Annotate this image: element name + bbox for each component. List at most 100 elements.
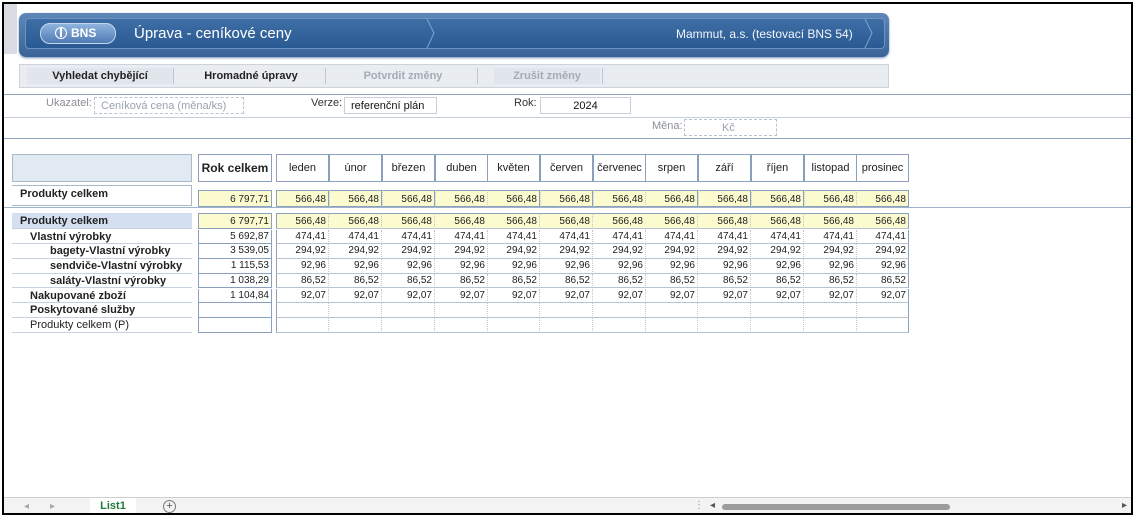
row-month-value[interactable]: 474,41 xyxy=(856,229,909,245)
row-month-value[interactable]: 294,92 xyxy=(435,244,488,260)
row-month-value[interactable]: 566,48 xyxy=(804,213,857,229)
year-field[interactable]: 2024 xyxy=(540,97,631,114)
row-month-value[interactable]: 92,96 xyxy=(540,259,593,274)
row-month-value[interactable]: 566,48 xyxy=(751,213,804,229)
row-month-value[interactable]: 92,07 xyxy=(540,288,593,304)
summary-month-value[interactable]: 566,48 xyxy=(804,190,857,207)
version-field[interactable]: referenční plán xyxy=(344,97,437,114)
row-month-value[interactable]: 474,41 xyxy=(487,229,540,245)
row-month-value[interactable]: 92,07 xyxy=(593,288,646,304)
confirm-changes-button[interactable]: Potvrdit změny xyxy=(330,68,476,84)
row-month-value[interactable]: 566,48 xyxy=(856,213,909,229)
row-month-value[interactable]: 474,41 xyxy=(645,229,698,245)
row-month-value[interactable]: 86,52 xyxy=(540,273,593,289)
row-month-value[interactable] xyxy=(329,317,382,333)
row-month-value[interactable]: 86,52 xyxy=(382,273,435,289)
row-month-value[interactable] xyxy=(856,303,909,318)
row-month-value[interactable]: 294,92 xyxy=(804,244,857,260)
scroll-left-icon[interactable]: ◂ xyxy=(24,501,29,512)
row-month-value[interactable]: 92,96 xyxy=(751,259,804,274)
row-month-value[interactable]: 294,92 xyxy=(382,244,435,260)
row-month-value[interactable] xyxy=(856,317,909,333)
row-month-value[interactable] xyxy=(751,317,804,333)
row-month-value[interactable]: 474,41 xyxy=(329,229,382,245)
scroll-right-icon[interactable]: ▸ xyxy=(50,501,55,512)
row-month-value[interactable] xyxy=(645,303,698,318)
row-month-value[interactable]: 474,41 xyxy=(698,229,751,245)
row-month-value[interactable]: 92,07 xyxy=(382,288,435,304)
row-month-value[interactable]: 474,41 xyxy=(276,229,329,245)
summary-month-value[interactable]: 566,48 xyxy=(540,190,593,207)
hscroll-left-icon[interactable]: ◂ xyxy=(710,500,715,511)
row-month-value[interactable]: 92,07 xyxy=(487,288,540,304)
resize-handle-icon[interactable]: ⋮ xyxy=(694,500,704,511)
row-month-value[interactable]: 294,92 xyxy=(856,244,909,260)
row-month-value[interactable] xyxy=(382,317,435,333)
row-month-value[interactable]: 86,52 xyxy=(435,273,488,289)
row-month-value[interactable]: 294,92 xyxy=(540,244,593,260)
summary-month-value[interactable]: 566,48 xyxy=(276,190,329,207)
row-month-value[interactable]: 92,07 xyxy=(856,288,909,304)
row-month-value[interactable] xyxy=(276,303,329,318)
row-month-value[interactable]: 92,96 xyxy=(382,259,435,274)
row-month-value[interactable]: 92,07 xyxy=(276,288,329,304)
row-month-value[interactable] xyxy=(487,303,540,318)
summary-month-value[interactable]: 566,48 xyxy=(487,190,540,207)
row-month-value[interactable]: 566,48 xyxy=(593,213,646,229)
summary-month-value[interactable]: 566,48 xyxy=(593,190,646,207)
summary-month-value[interactable]: 566,48 xyxy=(645,190,698,207)
summary-month-value[interactable]: 566,48 xyxy=(329,190,382,207)
row-month-value[interactable]: 92,07 xyxy=(329,288,382,304)
indicator-field[interactable]: Ceníková cena (měna/ks) xyxy=(94,97,244,114)
row-month-value[interactable] xyxy=(593,317,646,333)
currency-field[interactable]: Kč xyxy=(684,119,777,136)
summary-month-value[interactable]: 566,48 xyxy=(382,190,435,207)
row-month-value[interactable]: 92,07 xyxy=(804,288,857,304)
row-month-value[interactable] xyxy=(329,303,382,318)
row-month-value[interactable]: 86,52 xyxy=(698,273,751,289)
row-month-value[interactable] xyxy=(751,303,804,318)
row-month-value[interactable]: 294,92 xyxy=(276,244,329,260)
sheet-tab-list1[interactable]: List1 xyxy=(90,498,136,513)
row-month-value[interactable] xyxy=(540,317,593,333)
row-month-value[interactable] xyxy=(698,303,751,318)
row-month-value[interactable] xyxy=(435,303,488,318)
bulk-edit-button[interactable]: Hromadné úpravy xyxy=(178,68,324,84)
row-month-value[interactable]: 294,92 xyxy=(487,244,540,260)
summary-month-value[interactable]: 566,48 xyxy=(856,190,909,207)
row-month-value[interactable] xyxy=(804,317,857,333)
row-month-value[interactable]: 566,48 xyxy=(540,213,593,229)
row-month-value[interactable]: 294,92 xyxy=(645,244,698,260)
row-month-value[interactable]: 294,92 xyxy=(751,244,804,260)
row-month-value[interactable]: 92,96 xyxy=(593,259,646,274)
row-month-value[interactable]: 474,41 xyxy=(435,229,488,245)
row-month-value[interactable]: 566,48 xyxy=(698,213,751,229)
row-month-value[interactable]: 92,96 xyxy=(435,259,488,274)
cancel-changes-button[interactable]: Zrušit změny xyxy=(494,68,600,84)
row-month-value[interactable]: 92,96 xyxy=(698,259,751,274)
row-month-value[interactable]: 92,96 xyxy=(804,259,857,274)
row-month-value[interactable]: 294,92 xyxy=(593,244,646,260)
row-month-value[interactable]: 474,41 xyxy=(540,229,593,245)
find-missing-button[interactable]: Vyhledat chybějící xyxy=(27,68,173,84)
summary-month-value[interactable]: 566,48 xyxy=(751,190,804,207)
row-month-value[interactable] xyxy=(804,303,857,318)
add-sheet-icon[interactable]: + xyxy=(163,500,176,513)
row-month-value[interactable]: 92,96 xyxy=(856,259,909,274)
row-month-value[interactable] xyxy=(593,303,646,318)
row-month-value[interactable]: 86,52 xyxy=(487,273,540,289)
row-month-value[interactable]: 92,07 xyxy=(435,288,488,304)
row-month-value[interactable] xyxy=(276,317,329,333)
row-month-value[interactable]: 566,48 xyxy=(435,213,488,229)
row-month-value[interactable]: 294,92 xyxy=(329,244,382,260)
row-month-value[interactable] xyxy=(487,317,540,333)
row-month-value[interactable]: 86,52 xyxy=(804,273,857,289)
row-month-value[interactable]: 566,48 xyxy=(487,213,540,229)
row-month-value[interactable]: 474,41 xyxy=(382,229,435,245)
summary-month-value[interactable]: 566,48 xyxy=(435,190,488,207)
summary-month-value[interactable]: 566,48 xyxy=(698,190,751,207)
row-month-value[interactable]: 92,96 xyxy=(645,259,698,274)
row-month-value[interactable]: 566,48 xyxy=(329,213,382,229)
bns-logo[interactable]: BNS xyxy=(40,23,116,44)
row-month-value[interactable] xyxy=(698,317,751,333)
